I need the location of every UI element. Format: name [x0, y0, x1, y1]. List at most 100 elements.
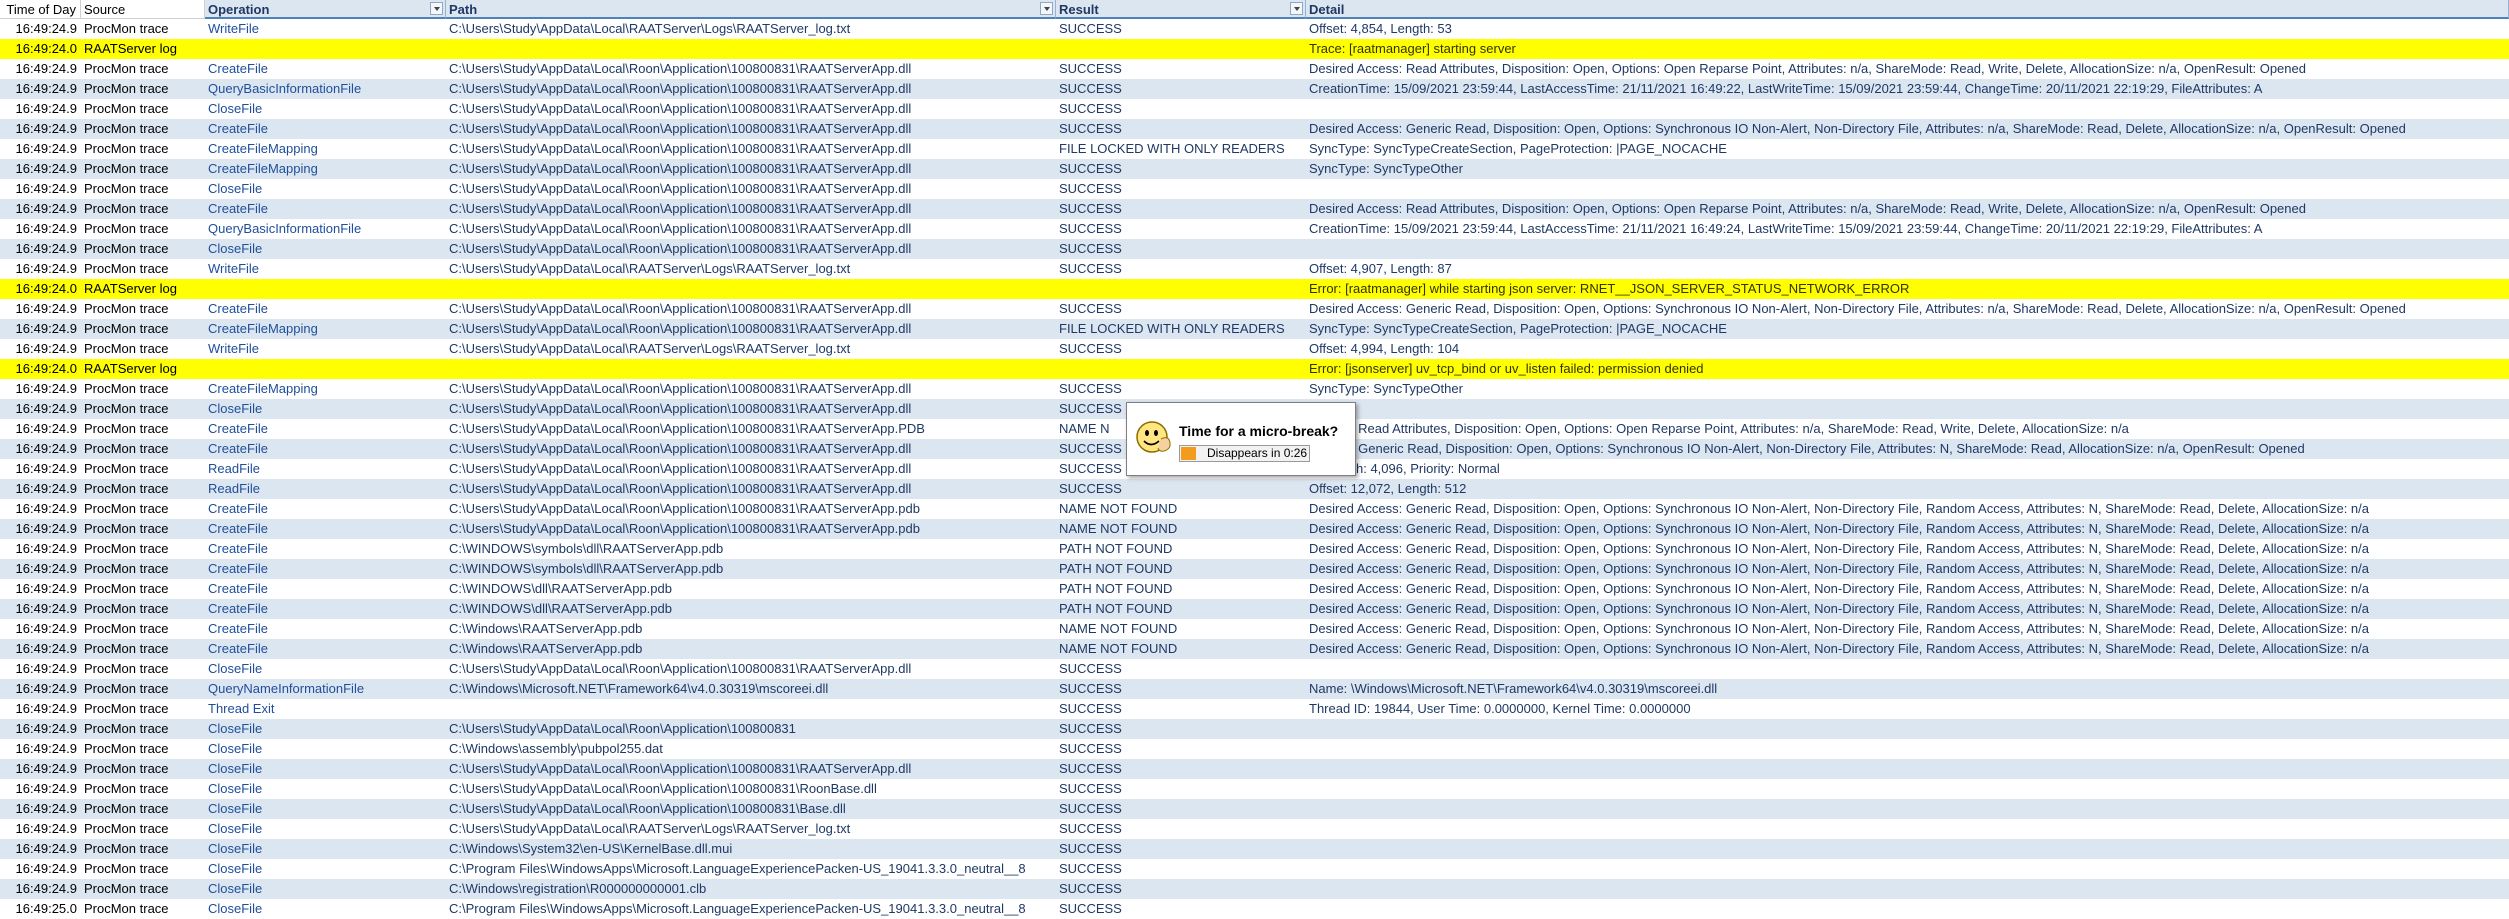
cell-result[interactable]: SUCCESS [1056, 679, 1306, 699]
cell-time[interactable]: 16:49:25.0 [0, 899, 81, 919]
cell-source[interactable]: ProcMon trace [81, 859, 205, 879]
cell-time[interactable]: 16:49:24.9 [0, 139, 81, 159]
cell-detail[interactable] [1306, 839, 2509, 859]
cell-operation[interactable]: CreateFile [205, 619, 446, 639]
cell-source[interactable]: ProcMon trace [81, 179, 205, 199]
cell-source[interactable]: ProcMon trace [81, 579, 205, 599]
cell-detail[interactable]: Desired Access: Read Attributes, Disposi… [1306, 59, 2509, 79]
cell-operation[interactable]: CloseFile [205, 779, 446, 799]
cell-path[interactable]: C:\Windows\registration\R000000000001.cl… [446, 879, 1056, 899]
table-row[interactable]: 16:49:24.9 ProcMon trace CreateFile C:\WIND… [0, 579, 2509, 599]
cell-source[interactable]: ProcMon trace [81, 479, 205, 499]
cell-path[interactable]: C:\Windows\System32\en-US\KernelBase.dll… [446, 839, 1056, 859]
cell-detail[interactable]: Access: Generic Read, Disposition: Open,… [1306, 439, 2509, 459]
cell-result[interactable]: SUCCESS [1056, 19, 1306, 39]
cell-result[interactable]: PATH NOT FOUND [1056, 599, 1306, 619]
cell-path[interactable]: C:\Users\Study\AppData\Local\Roon\Applic… [446, 659, 1056, 679]
cell-source[interactable]: ProcMon trace [81, 199, 205, 219]
cell-source[interactable]: ProcMon trace [81, 379, 205, 399]
cell-operation[interactable]: ReadFile [205, 459, 446, 479]
cell-result[interactable] [1056, 359, 1306, 379]
cell-source[interactable]: ProcMon trace [81, 759, 205, 779]
cell-source[interactable]: ProcMon trace [81, 619, 205, 639]
cell-operation[interactable]: QueryBasicInformationFile [205, 219, 446, 239]
cell-time[interactable]: 16:49:24.9 [0, 739, 81, 759]
cell-result[interactable]: NAME NOT FOUND [1056, 519, 1306, 539]
cell-operation[interactable] [205, 39, 446, 59]
cell-result[interactable]: FILE LOCKED WITH ONLY READERS [1056, 319, 1306, 339]
cell-source[interactable]: ProcMon trace [81, 819, 205, 839]
cell-detail[interactable] [1306, 799, 2509, 819]
cell-source[interactable]: ProcMon trace [81, 139, 205, 159]
cell-result[interactable]: SUCCESS [1056, 79, 1306, 99]
cell-operation[interactable]: CreateFile [205, 419, 446, 439]
cell-operation[interactable]: CreateFile [205, 539, 446, 559]
cell-path[interactable]: C:\Users\Study\AppData\Local\RAATServer\… [446, 259, 1056, 279]
log-row-highlighted[interactable]: 16:49:24.0 RAATServer log Error: [jsonserv… [0, 359, 2509, 379]
cell-result[interactable]: SUCCESS [1056, 59, 1306, 79]
header-path[interactable]: Path [446, 0, 1056, 19]
cell-path[interactable]: C:\Windows\RAATServerApp.pdb [446, 619, 1056, 639]
cell-path[interactable]: C:\Users\Study\AppData\Local\RAATServer\… [446, 339, 1056, 359]
cell-result[interactable] [1056, 39, 1306, 59]
cell-result[interactable]: SUCCESS [1056, 219, 1306, 239]
cell-path[interactable]: C:\Users\Study\AppData\Local\Roon\Applic… [446, 179, 1056, 199]
cell-result[interactable]: SUCCESS [1056, 179, 1306, 199]
cell-detail[interactable] [1306, 759, 2509, 779]
cell-source[interactable]: ProcMon trace [81, 639, 205, 659]
cell-detail[interactable] [1306, 239, 2509, 259]
cell-time[interactable]: 16:49:24.0 [0, 359, 81, 379]
cell-path[interactable] [446, 39, 1056, 59]
cell-source[interactable]: ProcMon trace [81, 219, 205, 239]
table-row[interactable]: 16:49:24.9 ProcMon trace CreateFileMapping… [0, 159, 2509, 179]
cell-time[interactable]: 16:49:24.9 [0, 319, 81, 339]
cell-detail[interactable]: Thread ID: 19844, User Time: 0.0000000, … [1306, 699, 2509, 719]
cell-time[interactable]: 16:49:24.9 [0, 219, 81, 239]
cell-path[interactable] [446, 279, 1056, 299]
cell-detail[interactable] [1306, 99, 2509, 119]
table-row[interactable]: 16:49:24.9 ProcMon trace CloseFile C:\Windo… [0, 879, 2509, 899]
cell-result[interactable]: SUCCESS [1056, 779, 1306, 799]
cell-path[interactable]: C:\WINDOWS\dll\RAATServerApp.pdb [446, 579, 1056, 599]
log-row-highlighted[interactable]: 16:49:24.0 RAATServer log Trace: [raatmana… [0, 39, 2509, 59]
cell-path[interactable]: C:\Program Files\WindowsApps\Microsoft.L… [446, 899, 1056, 919]
cell-result[interactable]: SUCCESS [1056, 379, 1306, 399]
cell-source[interactable]: ProcMon trace [81, 399, 205, 419]
cell-result[interactable]: NAME NOT FOUND [1056, 639, 1306, 659]
cell-path[interactable]: C:\Users\Study\AppData\Local\Roon\Applic… [446, 519, 1056, 539]
cell-detail[interactable]: Desired Access: Generic Read, Dispositio… [1306, 499, 2509, 519]
header-source[interactable]: Source [81, 0, 205, 19]
cell-detail[interactable]: Name: \Windows\Microsoft.NET\Framework64… [1306, 679, 2509, 699]
cell-operation[interactable]: WriteFile [205, 19, 446, 39]
cell-time[interactable]: 16:49:24.9 [0, 819, 81, 839]
cell-path[interactable]: C:\Users\Study\AppData\Local\Roon\Applic… [446, 499, 1056, 519]
cell-operation[interactable]: CreateFile [205, 199, 446, 219]
cell-operation[interactable]: CreateFileMapping [205, 319, 446, 339]
table-row[interactable]: 16:49:24.9 ProcMon trace Thread Exit SUCCES… [0, 699, 2509, 719]
table-row[interactable]: 16:49:24.9 ProcMon trace CreateFile C:\Wind… [0, 639, 2509, 659]
cell-time[interactable]: 16:49:24.0 [0, 39, 81, 59]
cell-path[interactable]: C:\Users\Study\AppData\Local\Roon\Applic… [446, 439, 1056, 459]
cell-time[interactable]: 16:49:24.9 [0, 579, 81, 599]
cell-source[interactable]: ProcMon trace [81, 499, 205, 519]
cell-time[interactable]: 16:49:24.9 [0, 159, 81, 179]
cell-source[interactable]: ProcMon trace [81, 439, 205, 459]
cell-detail[interactable]: Offset: 4,994, Length: 104 [1306, 339, 2509, 359]
cell-result[interactable]: NAME NOT FOUND [1056, 619, 1306, 639]
cell-operation[interactable]: QueryNameInformationFile [205, 679, 446, 699]
cell-detail[interactable] [1306, 819, 2509, 839]
cell-detail[interactable]: CreationTime: 15/09/2021 23:59:44, LastA… [1306, 219, 2509, 239]
cell-source[interactable]: ProcMon trace [81, 119, 205, 139]
cell-operation[interactable]: CreateFile [205, 119, 446, 139]
cell-result[interactable]: PATH NOT FOUND [1056, 539, 1306, 559]
cell-operation[interactable]: CloseFile [205, 719, 446, 739]
cell-detail[interactable]: Error: [raatmanager] while starting json… [1306, 279, 2509, 299]
cell-path[interactable]: C:\Users\Study\AppData\Local\Roon\Applic… [446, 159, 1056, 179]
cell-operation[interactable]: CreateFile [205, 299, 446, 319]
table-row[interactable]: 16:49:24.9 ProcMon trace CreateFile C:\User… [0, 499, 2509, 519]
cell-detail[interactable]: Desired Access: Generic Read, Dispositio… [1306, 539, 2509, 559]
cell-result[interactable]: PATH NOT FOUND [1056, 559, 1306, 579]
cell-path[interactable]: C:\Windows\RAATServerApp.pdb [446, 639, 1056, 659]
table-row[interactable]: 16:49:24.9 ProcMon trace CloseFile C:\Users… [0, 179, 2509, 199]
cell-path[interactable]: C:\Users\Study\AppData\Local\Roon\Applic… [446, 59, 1056, 79]
